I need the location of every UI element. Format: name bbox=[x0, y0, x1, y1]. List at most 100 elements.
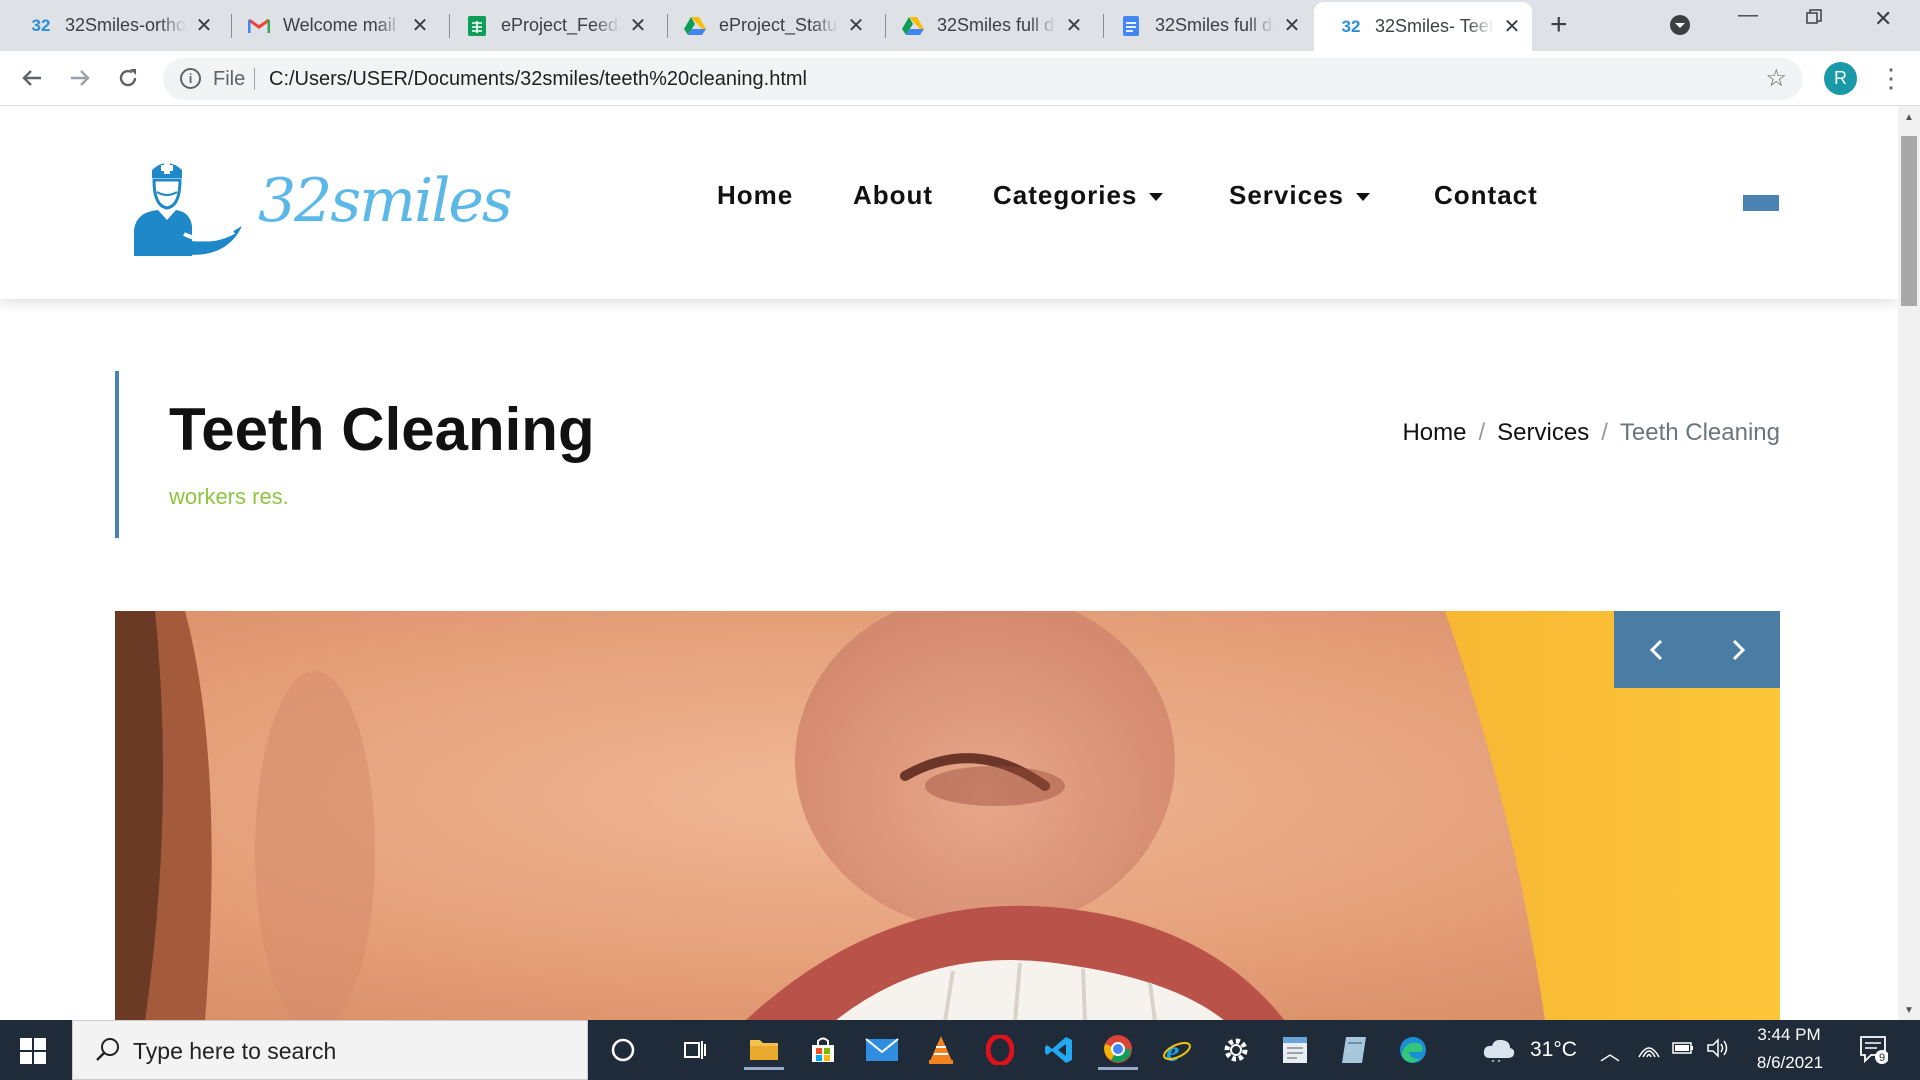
vlc-icon[interactable] bbox=[921, 1030, 961, 1070]
browser-tab[interactable]: Welcome mail - Gmail ✕ bbox=[222, 0, 440, 51]
chrome-icon[interactable] bbox=[1098, 1030, 1138, 1070]
close-icon[interactable]: ✕ bbox=[194, 13, 214, 38]
settings-gear-icon[interactable] bbox=[1216, 1030, 1256, 1070]
browser-tab-active[interactable]: 32 32Smiles- Teeth Cleaning ✕ bbox=[1314, 2, 1532, 51]
nav-contact[interactable]: Contact bbox=[1434, 180, 1538, 211]
drive-icon bbox=[902, 15, 924, 37]
close-icon[interactable]: ✕ bbox=[846, 13, 866, 38]
tab-search-icon[interactable] bbox=[1669, 2, 1691, 43]
site-32-icon: 32 bbox=[31, 15, 51, 35]
page-title-banner: Teeth Cleaning workers res. Home / Service… bbox=[115, 371, 1780, 538]
back-arrow-icon[interactable] bbox=[20, 61, 44, 98]
tab-title: eProject_Status bbox=[719, 15, 838, 35]
vscode-icon[interactable] bbox=[1039, 1030, 1079, 1070]
nav-categories[interactable]: Categories bbox=[993, 180, 1164, 211]
header-toggle-button[interactable] bbox=[1743, 195, 1779, 211]
clock-date[interactable]: 8/6/2021 bbox=[1745, 1053, 1835, 1073]
windows-taskbar: Type here to search e 31°C ︿ 3:44 PM 8/6… bbox=[0, 1020, 1920, 1080]
docs-icon bbox=[1120, 15, 1142, 37]
breadcrumb-services[interactable]: Services bbox=[1497, 419, 1589, 446]
sticky-app-icon[interactable] bbox=[1334, 1030, 1374, 1070]
site-32-icon: 32 bbox=[1341, 16, 1361, 36]
dentist-logo-icon[interactable] bbox=[130, 156, 246, 258]
profile-avatar[interactable]: R bbox=[1824, 62, 1857, 95]
tab-title: 32Smiles full details bbox=[1155, 15, 1274, 35]
wifi-icon[interactable] bbox=[1637, 1037, 1661, 1065]
clock-time[interactable]: 3:44 PM bbox=[1754, 1025, 1824, 1045]
microsoft-store-icon[interactable] bbox=[803, 1030, 843, 1070]
restore-icon[interactable] bbox=[1806, 8, 1822, 31]
browser-toolbar: i File C:/Users/USER/Documents/32smiles/… bbox=[0, 51, 1920, 106]
chevron-left-icon bbox=[1649, 639, 1662, 660]
site-logo-text[interactable]: 32smiles bbox=[258, 166, 513, 236]
chevron-up-icon[interactable]: ︿ bbox=[1600, 1037, 1620, 1066]
sheets-icon bbox=[466, 15, 488, 37]
file-explorer-icon[interactable] bbox=[744, 1030, 784, 1070]
scrollbar-thumb[interactable] bbox=[1901, 136, 1917, 306]
new-tab-button[interactable]: + bbox=[1550, 8, 1568, 42]
task-view-icon[interactable] bbox=[675, 1030, 715, 1070]
tab-title: eProject_Feedback bbox=[501, 15, 620, 35]
forward-arrow-icon[interactable] bbox=[68, 61, 92, 98]
nav-home[interactable]: Home bbox=[717, 180, 793, 211]
page-scrollbar[interactable]: ▲ ▼ bbox=[1898, 106, 1920, 1020]
search-placeholder: Type here to search bbox=[133, 1038, 337, 1064]
weather-cloud-icon[interactable] bbox=[1482, 1036, 1516, 1068]
opera-icon[interactable] bbox=[980, 1030, 1020, 1070]
browser-tab[interactable]: 32 32Smiles-orthodontics ✕ bbox=[4, 0, 224, 51]
nav-home-label: Home bbox=[717, 180, 794, 210]
breadcrumb: Home / Services / Teeth Cleaning bbox=[1402, 419, 1780, 447]
battery-icon[interactable] bbox=[1671, 1037, 1695, 1063]
carousel-prev-button[interactable] bbox=[1614, 611, 1697, 688]
breadcrumb-separator: / bbox=[1478, 419, 1486, 446]
windows-start-icon[interactable] bbox=[18, 1036, 48, 1066]
browser-tab[interactable]: eProject_Feedback ✕ bbox=[440, 0, 658, 51]
taskbar-search-box[interactable]: Type here to search bbox=[72, 1020, 588, 1080]
smiling-face-photo bbox=[115, 611, 1780, 1020]
carousel-next-button[interactable] bbox=[1697, 611, 1780, 688]
browser-tab[interactable]: 32Smiles full details ✕ bbox=[1094, 0, 1312, 51]
bookmark-star-icon[interactable]: ☆ bbox=[1765, 64, 1787, 93]
close-window-icon[interactable]: ✕ bbox=[1874, 6, 1892, 32]
nav-services[interactable]: Services bbox=[1229, 180, 1370, 211]
browser-tab-strip: 32 32Smiles-orthodontics ✕ Welcome mail … bbox=[0, 0, 1920, 51]
close-icon[interactable]: ✕ bbox=[1502, 14, 1522, 39]
breadcrumb-home[interactable]: Home bbox=[1402, 419, 1466, 446]
notepad-app-icon[interactable] bbox=[1275, 1030, 1315, 1070]
volume-icon[interactable] bbox=[1706, 1037, 1730, 1065]
browser-tab[interactable]: 32Smiles full details ✕ bbox=[876, 0, 1094, 51]
edge-icon[interactable] bbox=[1393, 1030, 1433, 1070]
nav-services-label: Services bbox=[1229, 180, 1344, 210]
tab-title: 32Smiles- Teeth Cleaning bbox=[1375, 16, 1494, 36]
close-icon[interactable]: ✕ bbox=[1282, 13, 1302, 38]
nav-about[interactable]: About bbox=[853, 180, 933, 211]
close-icon[interactable]: ✕ bbox=[628, 13, 648, 38]
close-icon[interactable]: ✕ bbox=[410, 13, 430, 38]
close-icon[interactable]: ✕ bbox=[1064, 13, 1084, 38]
scroll-up-arrow-icon[interactable]: ▲ bbox=[1904, 112, 1914, 123]
browser-tab[interactable]: eProject_Status ✕ bbox=[658, 0, 876, 51]
minimize-icon[interactable]: — bbox=[1738, 4, 1758, 27]
notification-center-icon[interactable]: 9 bbox=[1858, 1034, 1889, 1070]
tab-title: 32Smiles full details bbox=[937, 15, 1056, 35]
site-header: 32smiles Home About Categories Services … bbox=[0, 106, 1898, 299]
file-scheme-label: File bbox=[213, 68, 246, 90]
info-icon[interactable]: i bbox=[180, 68, 201, 89]
address-bar[interactable]: i File C:/Users/USER/Documents/32smiles/… bbox=[163, 58, 1803, 100]
gmail-icon bbox=[248, 15, 270, 37]
breadcrumb-separator: / bbox=[1601, 419, 1608, 446]
weather-temperature[interactable]: 31°C bbox=[1530, 1038, 1577, 1062]
tab-title: Welcome mail - Gmail bbox=[283, 15, 402, 35]
cortana-icon[interactable] bbox=[603, 1030, 643, 1070]
internet-explorer-icon[interactable]: e bbox=[1157, 1030, 1197, 1070]
drive-icon bbox=[684, 15, 706, 37]
browser-menu-icon[interactable]: ⋮ bbox=[1878, 61, 1904, 95]
omnibox-divider bbox=[254, 68, 255, 90]
url-text[interactable]: C:/Users/USER/Documents/32smiles/teeth%2… bbox=[269, 68, 807, 91]
scroll-down-arrow-icon[interactable]: ▼ bbox=[1904, 1005, 1914, 1016]
tab-title: 32Smiles-orthodontics bbox=[65, 15, 186, 35]
page-viewport: 32smiles Home About Categories Services … bbox=[0, 106, 1898, 1020]
mail-icon[interactable] bbox=[862, 1030, 902, 1070]
reload-icon[interactable] bbox=[116, 61, 140, 98]
page-subtitle: workers res. bbox=[169, 484, 289, 509]
